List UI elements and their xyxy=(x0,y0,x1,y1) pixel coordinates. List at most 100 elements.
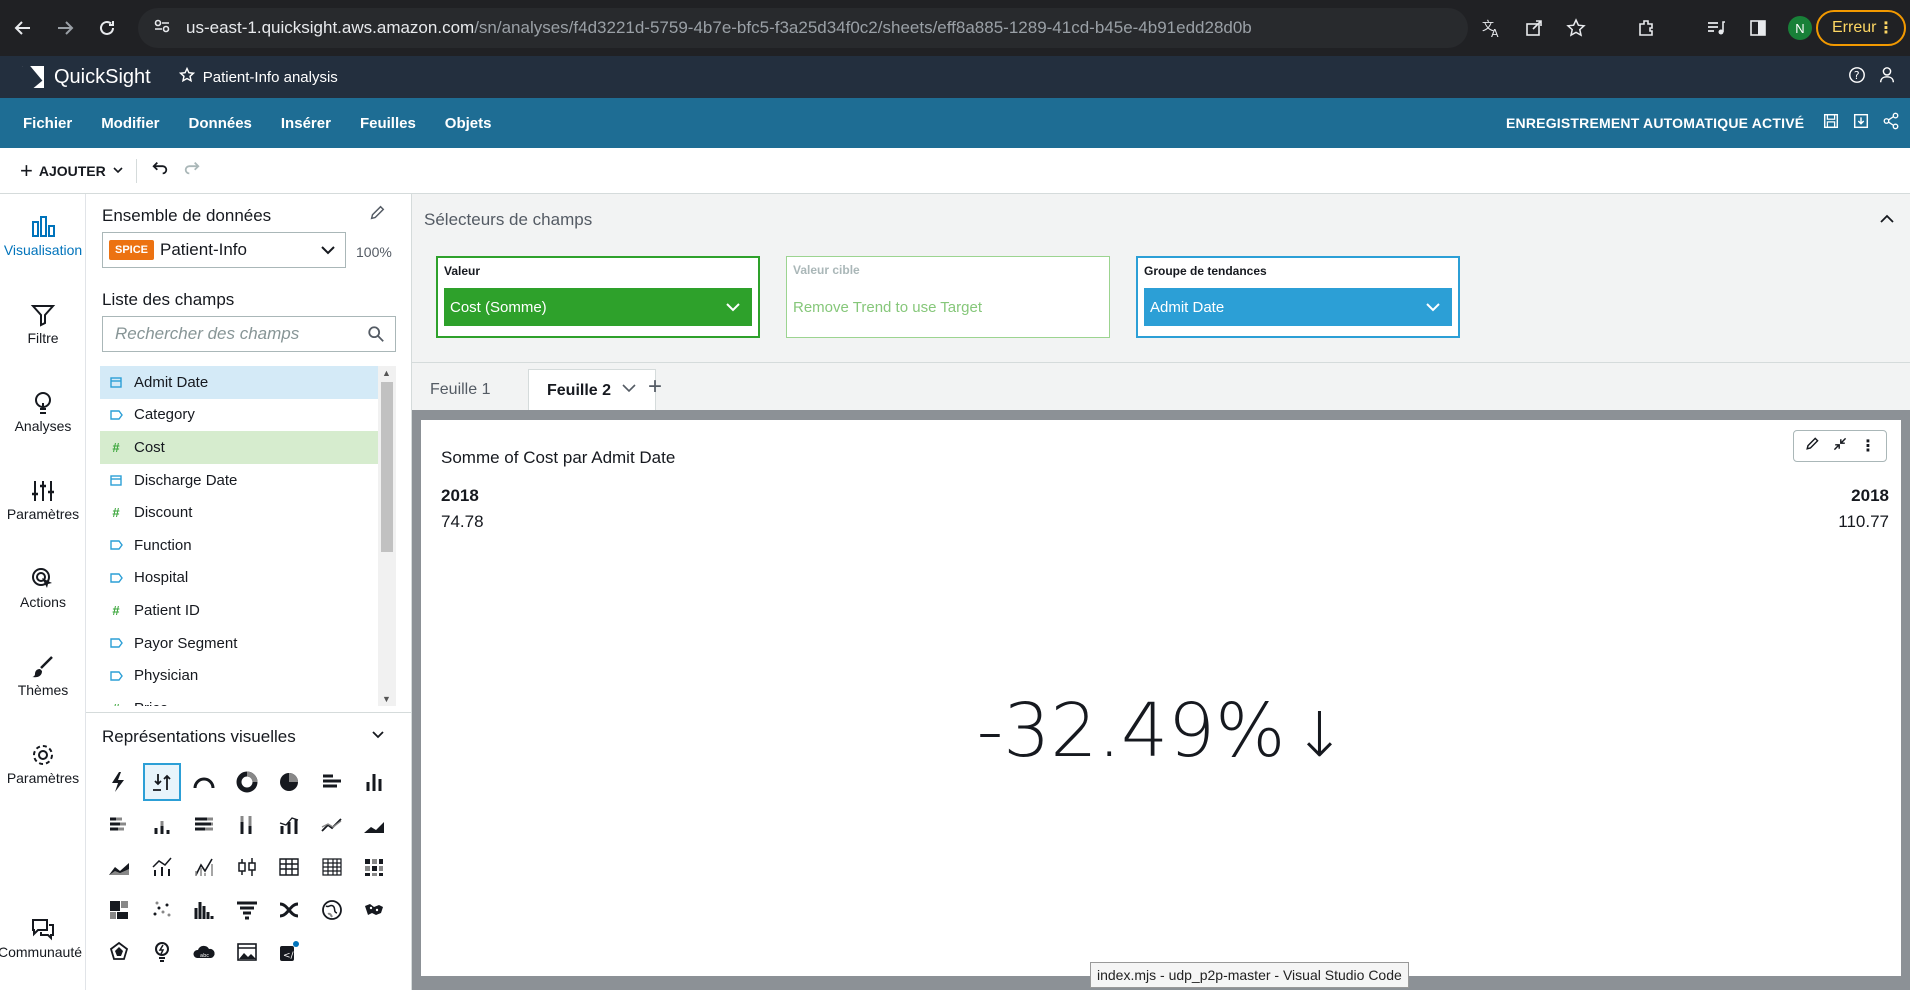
save-icon[interactable] xyxy=(1822,112,1840,135)
share-page-icon[interactable] xyxy=(1522,16,1546,40)
translate-icon[interactable]: 文A xyxy=(1480,16,1504,40)
autosave-status[interactable]: ENREGISTREMENT AUTOMATIQUE ACTIVÉ xyxy=(1506,115,1804,131)
pie-visual-icon[interactable] xyxy=(270,763,308,801)
rail-themes[interactable]: Thèmes xyxy=(0,652,86,698)
more-vertical-icon[interactable]: ⋮ xyxy=(1860,436,1876,456)
field-list-scrollbar[interactable]: ▲ ▼ xyxy=(378,366,396,706)
field-row[interactable]: Discharge Date xyxy=(100,464,378,497)
quicksight-logo[interactable]: QuickSight xyxy=(22,66,151,89)
area-visual-icon[interactable] xyxy=(355,806,393,844)
edit-pencil-icon[interactable] xyxy=(368,204,386,227)
rail-parameters[interactable]: Paramètres xyxy=(0,476,86,522)
add-sheet-icon[interactable]: + xyxy=(648,373,662,401)
rail-community[interactable]: Communauté xyxy=(0,914,86,960)
back-icon[interactable] xyxy=(2,7,44,49)
radar-visual-icon[interactable] xyxy=(100,933,138,971)
combo-bar-visual-icon[interactable] xyxy=(270,806,308,844)
site-settings-icon[interactable] xyxy=(152,16,172,41)
search-icon[interactable] xyxy=(367,325,385,348)
custom-visual-visual-icon[interactable]: </> xyxy=(270,933,308,971)
user-icon[interactable] xyxy=(1878,66,1896,89)
horizontal-bar-visual-icon[interactable] xyxy=(313,763,351,801)
word-cloud-visual-icon[interactable]: abc xyxy=(185,933,223,971)
menu-objects[interactable]: Objets xyxy=(445,115,492,132)
horizontal-stacked-bar-visual-icon[interactable] xyxy=(100,806,138,844)
field-row[interactable]: Hospital xyxy=(100,562,378,595)
edit-pencil-icon[interactable] xyxy=(1804,436,1820,457)
field-row[interactable]: # Patient ID xyxy=(100,594,378,627)
collapse-icon[interactable] xyxy=(1832,436,1848,457)
menu-sheets[interactable]: Feuilles xyxy=(360,115,416,132)
vertical-100-bar-visual-icon[interactable] xyxy=(228,806,266,844)
point-map-visual-icon[interactable] xyxy=(355,891,393,929)
tab-sheet-1[interactable]: Feuille 1 xyxy=(412,369,508,411)
chevron-down-icon[interactable] xyxy=(621,380,637,401)
histogram-visual-icon[interactable] xyxy=(185,891,223,929)
tree-map-visual-icon[interactable] xyxy=(100,891,138,929)
value-well[interactable]: Valeur Cost (Somme) xyxy=(436,256,760,338)
box-plot-visual-icon[interactable] xyxy=(228,848,266,886)
rail-insights[interactable]: Analyses xyxy=(0,388,86,434)
trend-field-pill[interactable]: Admit Date xyxy=(1144,288,1452,326)
rail-actions[interactable]: Actions xyxy=(0,564,86,610)
field-row[interactable]: Admit Date xyxy=(100,366,378,399)
funnel-visual-icon[interactable] xyxy=(228,891,266,929)
autograph-visual-icon[interactable] xyxy=(100,763,138,801)
vertical-stacked-bar-visual-icon[interactable] xyxy=(143,806,181,844)
scatter-visual-icon[interactable] xyxy=(143,891,181,929)
table-visual-icon[interactable] xyxy=(270,848,308,886)
media-icon[interactable] xyxy=(1704,16,1728,40)
pivot-table-visual-icon[interactable] xyxy=(313,848,351,886)
combo-line-visual-icon[interactable] xyxy=(143,848,181,886)
field-row[interactable]: Physician xyxy=(100,659,378,692)
favorite-star-icon[interactable] xyxy=(178,66,195,87)
horizontal-100-bar-visual-icon[interactable] xyxy=(185,806,223,844)
menu-edit[interactable]: Modifier xyxy=(101,115,159,132)
value-field-pill[interactable]: Cost (Somme) xyxy=(444,288,752,326)
chevron-up-icon[interactable] xyxy=(1878,210,1896,233)
menu-insert[interactable]: Insérer xyxy=(281,115,331,132)
scrollbar-thumb[interactable] xyxy=(381,382,393,552)
image-visual-icon[interactable] xyxy=(228,933,266,971)
sankey-visual-icon[interactable] xyxy=(270,891,308,929)
gauge-visual-icon[interactable] xyxy=(185,763,223,801)
side-panel-icon[interactable] xyxy=(1746,16,1770,40)
rail-settings[interactable]: Paramètres xyxy=(0,740,86,786)
trend-group-well[interactable]: Groupe de tendances Admit Date xyxy=(1136,256,1460,338)
bookmark-star-icon[interactable] xyxy=(1564,16,1588,40)
undo-icon[interactable] xyxy=(151,159,169,182)
field-search-input[interactable] xyxy=(115,324,355,344)
address-bar[interactable]: us-east-1.quicksight.aws.amazon.com/sn/a… xyxy=(138,8,1468,48)
extensions-icon[interactable] xyxy=(1634,16,1658,40)
menu-data[interactable]: Données xyxy=(189,115,252,132)
insight-visual-icon[interactable] xyxy=(143,933,181,971)
redo-icon[interactable] xyxy=(183,159,201,182)
dataset-select[interactable]: SPICE Patient-Info xyxy=(102,232,346,268)
kpi-visual-icon[interactable] xyxy=(142,763,181,801)
field-row[interactable]: # Cost xyxy=(100,431,378,464)
stacked-area-visual-icon[interactable] xyxy=(100,848,138,886)
reload-icon[interactable] xyxy=(86,7,128,49)
share-icon[interactable] xyxy=(1882,112,1900,135)
field-row[interactable]: # Discount xyxy=(100,496,378,529)
line-visual-icon[interactable] xyxy=(313,806,351,844)
rail-visualize[interactable]: Visualisation xyxy=(0,212,86,258)
field-row[interactable]: Function xyxy=(100,529,378,562)
scroll-up-icon[interactable]: ▲ xyxy=(382,368,391,378)
radar-line-visual-icon[interactable] xyxy=(185,848,223,886)
donut-visual-icon[interactable] xyxy=(228,763,266,801)
menu-file[interactable]: Fichier xyxy=(23,115,72,132)
scroll-down-icon[interactable]: ▼ xyxy=(382,694,391,704)
forward-icon[interactable] xyxy=(44,7,86,49)
field-row[interactable]: Payor Segment xyxy=(100,627,378,660)
tab-sheet-2[interactable]: Feuille 2 xyxy=(528,369,657,411)
heat-table-visual-icon[interactable] xyxy=(355,848,393,886)
browser-error-button[interactable]: Erreur ⋮ xyxy=(1816,10,1906,46)
add-button[interactable]: + AJOUTER xyxy=(20,158,124,184)
field-row[interactable]: Category xyxy=(100,399,378,432)
export-icon[interactable] xyxy=(1852,112,1870,135)
field-search[interactable] xyxy=(102,316,396,352)
chevron-down-icon[interactable] xyxy=(370,727,386,748)
target-value-well[interactable]: Valeur cible Remove Trend to use Target xyxy=(786,256,1110,338)
filled-map-visual-icon[interactable] xyxy=(313,891,351,929)
